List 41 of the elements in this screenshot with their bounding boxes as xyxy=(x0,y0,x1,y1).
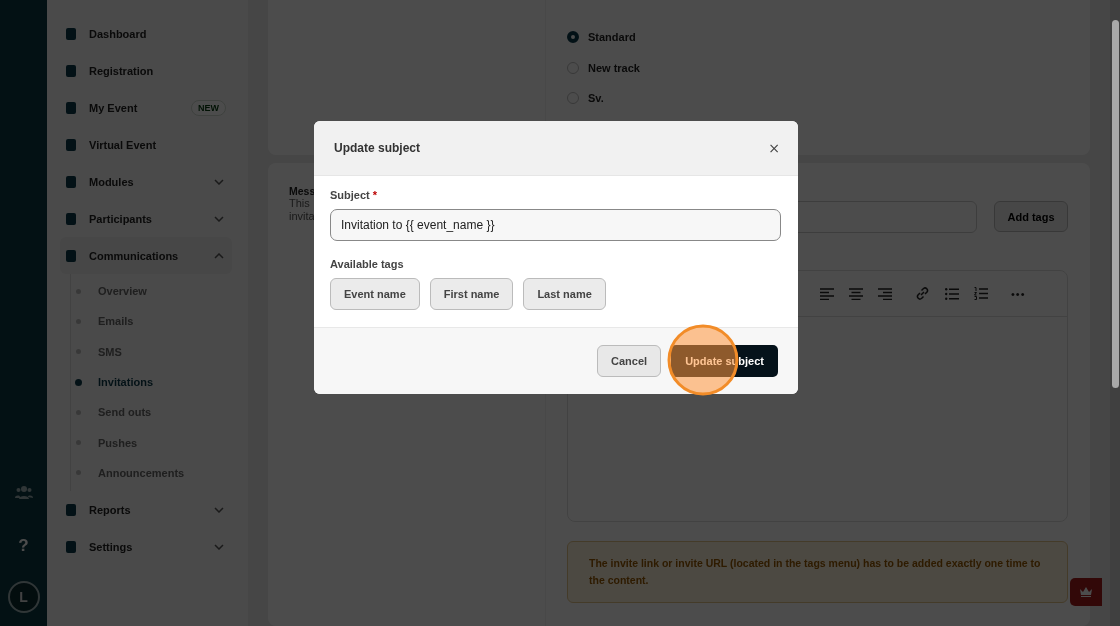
chevron-icon xyxy=(214,543,224,550)
sidebar-item[interactable]: Dashboard xyxy=(60,15,232,52)
tag-button[interactable]: Event name xyxy=(330,278,420,310)
tag-button[interactable]: First name xyxy=(429,278,514,310)
bullet-list-icon[interactable] xyxy=(945,287,959,300)
sidebar-item[interactable]: Participants xyxy=(60,200,232,237)
chevron-icon xyxy=(214,252,224,259)
sidebar-item[interactable]: Registration xyxy=(60,52,232,89)
align-left-icon[interactable] xyxy=(820,287,834,300)
chevron-icon xyxy=(214,215,224,222)
more-button[interactable]: ••• xyxy=(1011,287,1026,300)
tag-button[interactable]: Last name xyxy=(523,278,606,310)
radio-option[interactable]: Sv. xyxy=(567,83,1068,114)
numbered-list-icon[interactable] xyxy=(974,287,988,300)
align-right-icon[interactable] xyxy=(878,287,892,300)
chevron-icon xyxy=(214,506,224,513)
crown-icon xyxy=(1080,587,1092,597)
radio-option[interactable]: New track xyxy=(567,52,1068,83)
submenu-item[interactable]: Invitations xyxy=(68,366,232,398)
sidebar-item[interactable]: Modules xyxy=(60,163,232,200)
subject-field[interactable]: Invitation to {{ event_name }} xyxy=(330,209,781,241)
link-icon[interactable] xyxy=(915,286,930,301)
dialog-title: Update subject xyxy=(334,141,420,155)
field-label: Subject * xyxy=(330,189,379,201)
scrollbar[interactable] xyxy=(1112,20,1119,388)
upgrade-button[interactable] xyxy=(1070,578,1102,606)
tags-label: Available tags xyxy=(330,258,405,270)
sidebar-item[interactable]: Virtual Event xyxy=(60,126,232,163)
section-title: Mess xyxy=(289,185,316,197)
warning-notice: The invite link or invite URL (located in the tags menu) has to be added exactly one time to the content. xyxy=(567,541,1068,603)
sidebar-item[interactable]: Settings xyxy=(60,528,232,566)
sidebar-item[interactable]: Reports xyxy=(60,491,232,529)
radio-option[interactable]: Standard xyxy=(567,22,1068,53)
sidebar-item[interactable]: My Event NEW xyxy=(60,89,232,126)
chevron-icon xyxy=(214,178,224,185)
new-badge: NEW xyxy=(191,99,226,116)
close-button[interactable]: × xyxy=(764,140,784,156)
cancel-button[interactable]: Cancel xyxy=(597,345,662,377)
add-tags-button[interactable]: Add tags xyxy=(994,201,1068,232)
align-center-icon[interactable] xyxy=(849,287,863,300)
help-button[interactable]: ? xyxy=(18,536,29,556)
